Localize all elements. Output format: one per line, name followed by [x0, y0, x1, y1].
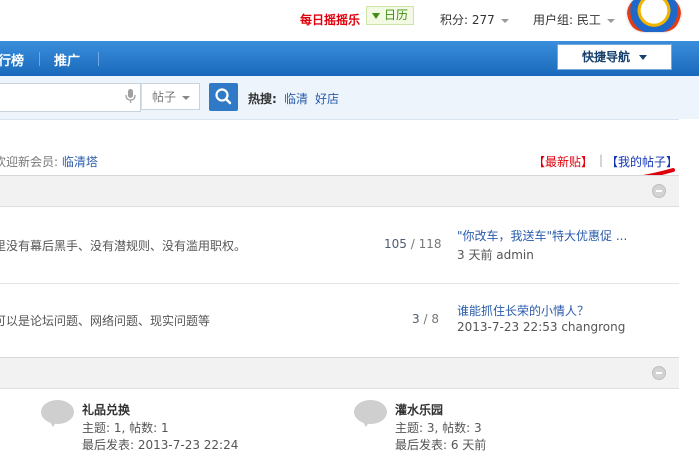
search-button[interactable] [209, 83, 238, 111]
calendar-label: 日历 [384, 8, 409, 22]
new-member-link[interactable]: 临清塔 [62, 155, 98, 169]
nav-divider [98, 52, 99, 66]
top-toolbar: 每日摇摇乐 日历 积分: 277 用户组: 民工 [0, 0, 699, 40]
usergroup-menu[interactable]: 用户组: 民工 [533, 11, 615, 28]
collapse-icon[interactable] [652, 366, 666, 380]
search-type-select[interactable]: 帖子 [141, 83, 200, 110]
collapse-icon[interactable] [652, 184, 666, 198]
hot-search-link[interactable]: 好店 [315, 90, 339, 107]
forum-card-stats: 主题: 3, 帖数: 3 [395, 421, 482, 435]
topic-count: 105 [384, 237, 407, 251]
hot-search-label: 热搜: [248, 92, 277, 106]
speech-bubble-icon [354, 400, 387, 427]
page-right-margin [679, 119, 699, 446]
search-type-label: 帖子 [152, 90, 177, 104]
forum-section-header [0, 357, 679, 389]
chevron-down-icon [606, 18, 615, 23]
nav-item-promotion[interactable]: 推广 [54, 50, 80, 69]
chevron-down-icon [500, 18, 509, 23]
post-count: 8 [431, 312, 439, 326]
site-logo[interactable] [627, 0, 681, 32]
search-input[interactable] [0, 83, 141, 112]
topic-count: 3 [412, 312, 420, 326]
daily-lottery-link[interactable]: 每日摇摇乐 [300, 11, 360, 28]
forum-stats: 105 / 118 [384, 237, 442, 251]
usergroup-label: 用户组: 民工 [533, 13, 601, 27]
search-icon [215, 88, 232, 105]
credits-label: 积分: 277 [440, 13, 495, 27]
forum-row[interactable]: 可以是论坛问题、网络问题、现实问题等 3 / 8 谁能抓住长荣的小情人？ 201… [0, 284, 679, 361]
forum-section-header [0, 175, 679, 207]
nav-divider [39, 52, 40, 66]
speech-bubble-icon [41, 400, 74, 427]
forum-card-stats: 主题: 1, 帖数: 1 [82, 421, 169, 435]
forum-row[interactable]: 里没有幕后黑手、没有潜规则、没有滥用职权。 105 / 118 "你改车，我送车… [0, 207, 679, 284]
link-separator: | [599, 153, 604, 167]
forum-card-title[interactable]: 礼品兑换 [82, 401, 130, 418]
last-post-meta: 3 天前 admin [457, 248, 534, 262]
quick-nav-button[interactable]: 快捷导航 [557, 44, 672, 70]
quick-nav-label: 快捷导航 [581, 50, 630, 64]
forum-stats: 3 / 8 [412, 312, 439, 326]
down-triangle-icon [372, 12, 380, 19]
forum-description: 里没有幕后黑手、没有潜规则、没有滥用职权。 [0, 239, 247, 253]
welcome-new-member: 欢迎新会员: 临清塔 [0, 153, 98, 170]
last-post-title-link[interactable]: "你改车，我送车"特大优惠促 ... [457, 227, 627, 244]
chevron-down-icon [639, 55, 647, 60]
welcome-prefix: 欢迎新会员: [0, 155, 59, 169]
forum-card-title[interactable]: 灌水乐园 [395, 401, 443, 418]
post-count: 118 [418, 237, 442, 251]
chevron-down-icon [182, 95, 191, 100]
last-post-meta: 2013-7-23 22:53 changrong [457, 320, 626, 334]
hot-search-link[interactable]: 临清 [284, 90, 308, 107]
forum-card-last: 最后发表: 6 天前 [395, 438, 487, 452]
forum-description: 可以是论坛问题、网络问题、现实问题等 [0, 314, 211, 328]
credits-menu[interactable]: 积分: 277 [440, 11, 509, 28]
forum-card-last: 最后发表: 2013-7-23 22:24 [82, 438, 239, 452]
calendar-button[interactable]: 日历 [366, 6, 415, 25]
last-post-title-link[interactable]: 谁能抓住长荣的小情人？ [457, 302, 589, 319]
microphone-icon[interactable] [125, 89, 136, 104]
nav-item-rankings[interactable]: 行榜 [0, 50, 24, 69]
